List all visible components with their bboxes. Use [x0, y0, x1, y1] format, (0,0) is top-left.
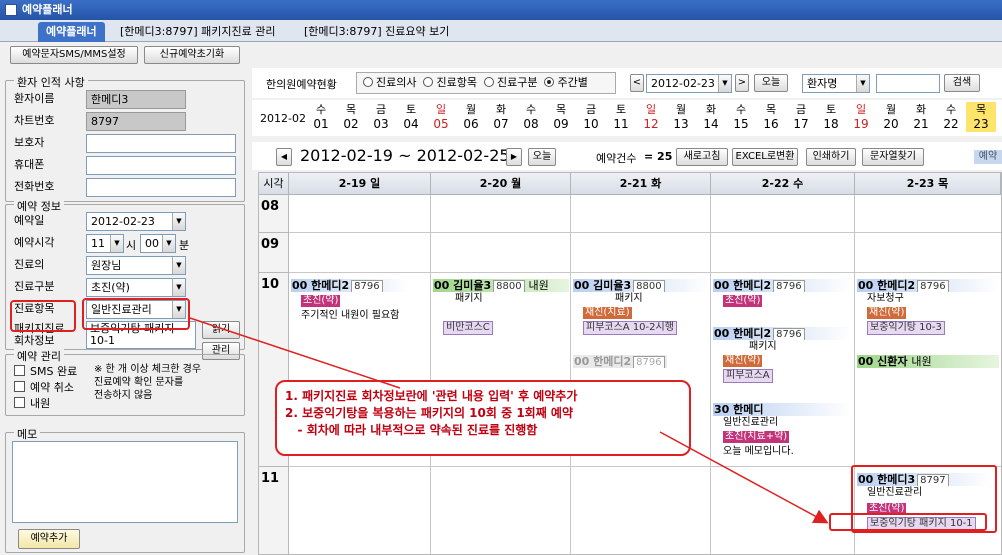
- arrow-to-callout: [189, 317, 401, 389]
- annotation-arrows: [189, 317, 829, 524]
- arrow-to-event: [659, 431, 829, 524]
